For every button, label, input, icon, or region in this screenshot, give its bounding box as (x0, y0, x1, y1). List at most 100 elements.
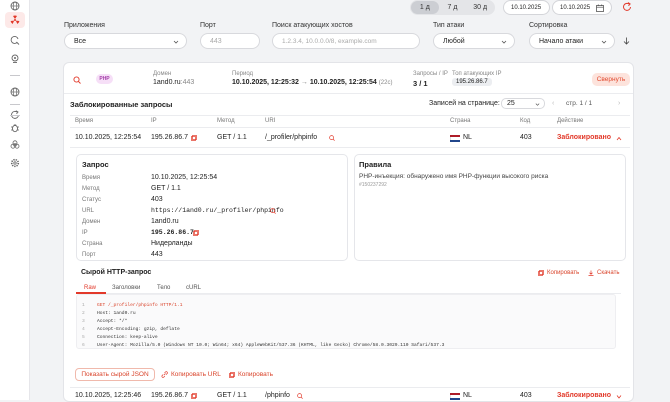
chevron-up-icon[interactable] (616, 136, 622, 141)
sort-direction-icon[interactable] (623, 37, 630, 45)
apps-select[interactable]: Все (64, 33, 187, 49)
field-key: Метод (82, 186, 100, 192)
biohazard-icon[interactable] (9, 139, 21, 151)
field-value: Нидерланды (151, 240, 193, 247)
copy-icon[interactable] (191, 393, 197, 399)
tab-headers[interactable]: Заголовки (112, 285, 140, 291)
prev-page-icon[interactable]: ‹ (552, 100, 554, 107)
divider (10, 115, 20, 116)
rule-text: PHP-инъекция: обнаружено имя PHP-функции… (359, 173, 549, 180)
row-time: 10.10.2025, 12:25:54 (75, 134, 142, 141)
rules-panel: Правила PHP-инъекция: обнаружено имя PHP… (354, 154, 626, 261)
port-label: Порт (200, 22, 216, 29)
row-code: 403 (520, 392, 532, 399)
chevron-down-icon[interactable] (616, 394, 622, 399)
date-to-input[interactable]: 10.10.2025 (552, 0, 612, 15)
attack-type-select[interactable]: Любой (433, 33, 515, 49)
domain-port: :443 (180, 79, 195, 86)
period-30d[interactable]: 30 д (466, 1, 494, 14)
search-refresh-icon (73, 76, 81, 84)
attack-type-badge: PHP (96, 74, 113, 84)
refresh-search-icon[interactable] (9, 34, 21, 46)
row-uri[interactable]: /phpinfo (265, 392, 290, 399)
refresh-icon[interactable] (622, 2, 632, 12)
hosts-search-input[interactable]: 1.2.3.4, 10.0.0.0/8, example.com (272, 33, 420, 49)
copy-icon (229, 371, 235, 378)
field-key: URL (82, 208, 95, 214)
blocked-title: Заблокированные запросы (70, 100, 173, 109)
link-icon (161, 371, 168, 378)
requests-value: 3 / 1 (413, 79, 428, 88)
field-value: 1and0.ru (151, 218, 179, 225)
copy-url-button[interactable]: Копировать URL (161, 371, 221, 378)
globe-icon[interactable] (9, 86, 21, 98)
globe-icon[interactable] (9, 0, 21, 12)
copy-icon[interactable] (191, 135, 197, 141)
line-number: 6 (82, 343, 85, 348)
period-value: 10.10.2025, 12:25:32 → 10.10.2025, 12:25… (232, 79, 392, 86)
period-7d[interactable]: 7 д (439, 1, 467, 14)
copy-raw-button[interactable]: Копировать (538, 270, 579, 276)
copy-icon[interactable] (193, 230, 199, 236)
chevron-down-icon (173, 40, 179, 44)
settings-icon[interactable] (9, 157, 21, 169)
period-1d[interactable]: 1 д (411, 1, 439, 14)
row-country: NL (463, 134, 472, 141)
field-key: IP (82, 230, 88, 236)
show-raw-json-button[interactable]: Показать сырой JSON (75, 368, 155, 381)
field-value: 443 (151, 251, 163, 258)
divider (70, 387, 630, 388)
copy-raw-label: Копировать (547, 270, 580, 276)
per-page-select[interactable]: 25 (501, 98, 545, 109)
download-button[interactable]: Скачать (588, 270, 620, 276)
col-time: Время (75, 118, 94, 124)
period-label: Период (232, 71, 254, 77)
date-from-input[interactable]: 10.10.2025 (503, 0, 550, 15)
tab-body[interactable]: Тело (157, 285, 170, 291)
collapse-button[interactable]: Свернуть (592, 73, 630, 86)
line-number: 2 (82, 311, 85, 316)
top-ip-label: Топ атакующих IP (452, 71, 502, 77)
copy-label: Копировать (238, 371, 273, 378)
search-icon[interactable] (329, 135, 335, 141)
row-uri[interactable]: /_profiler/phpinfo (265, 134, 317, 141)
attack-type-label: Тип атаки (433, 22, 465, 29)
col-method: Метод (217, 118, 235, 124)
hosts-label: Поиск атакующих хостов (272, 22, 353, 29)
download-label: Скачать (597, 270, 620, 276)
col-ip: IP (151, 118, 157, 124)
code-line: Accept: */* (97, 319, 128, 324)
copy-button[interactable]: Копировать (229, 371, 273, 378)
field-value: 403 (151, 196, 163, 203)
sort-label: Сортировка (529, 22, 568, 29)
download-icon (588, 270, 594, 276)
calendar-icon (596, 4, 604, 12)
raw-http-title: Сырой HTTP-запрос (81, 269, 152, 276)
period-from: 10.10.2025, 12:25:32 (232, 79, 299, 86)
incident-card: PHP Домен 1and0.ru:443 Период 10.10.2025… (63, 62, 634, 402)
chevron-down-icon (535, 103, 540, 106)
col-uri: URI (265, 118, 276, 124)
code-line: Connection: keep-alive (97, 335, 158, 340)
per-page-value: 25 (507, 100, 515, 107)
port-input[interactable]: 443 (200, 33, 260, 49)
tab-raw[interactable]: Raw (84, 285, 96, 291)
col-country: Страна (450, 118, 471, 124)
rule-id: #150237292 (359, 182, 387, 188)
radiation-icon[interactable] (5, 12, 25, 28)
divider (10, 104, 20, 105)
search-icon[interactable] (270, 208, 276, 214)
next-page-icon[interactable]: › (618, 100, 620, 107)
field-value-url[interactable]: https://1and0.ru/_profiler/phpinfo (151, 207, 284, 214)
pin-icon[interactable] (9, 53, 21, 65)
tab-curl[interactable]: cURL (186, 285, 201, 291)
bug-icon[interactable] (9, 122, 21, 134)
raw-code-block: 1 GET /_profiler/phpinfo HTTP/1.1 2 Host… (76, 294, 616, 349)
search-icon[interactable] (297, 393, 303, 399)
sort-value: Начало атаки (539, 37, 584, 45)
field-key: Порт (82, 252, 96, 258)
sort-select[interactable]: Начало атаки (529, 33, 615, 49)
top-ip-chip[interactable]: 195.26.86.7 (452, 78, 492, 86)
request-panel: Запрос Время 10.10.2025, 12:25:54 Метод … (76, 154, 348, 261)
chevron-down-icon (601, 40, 607, 44)
